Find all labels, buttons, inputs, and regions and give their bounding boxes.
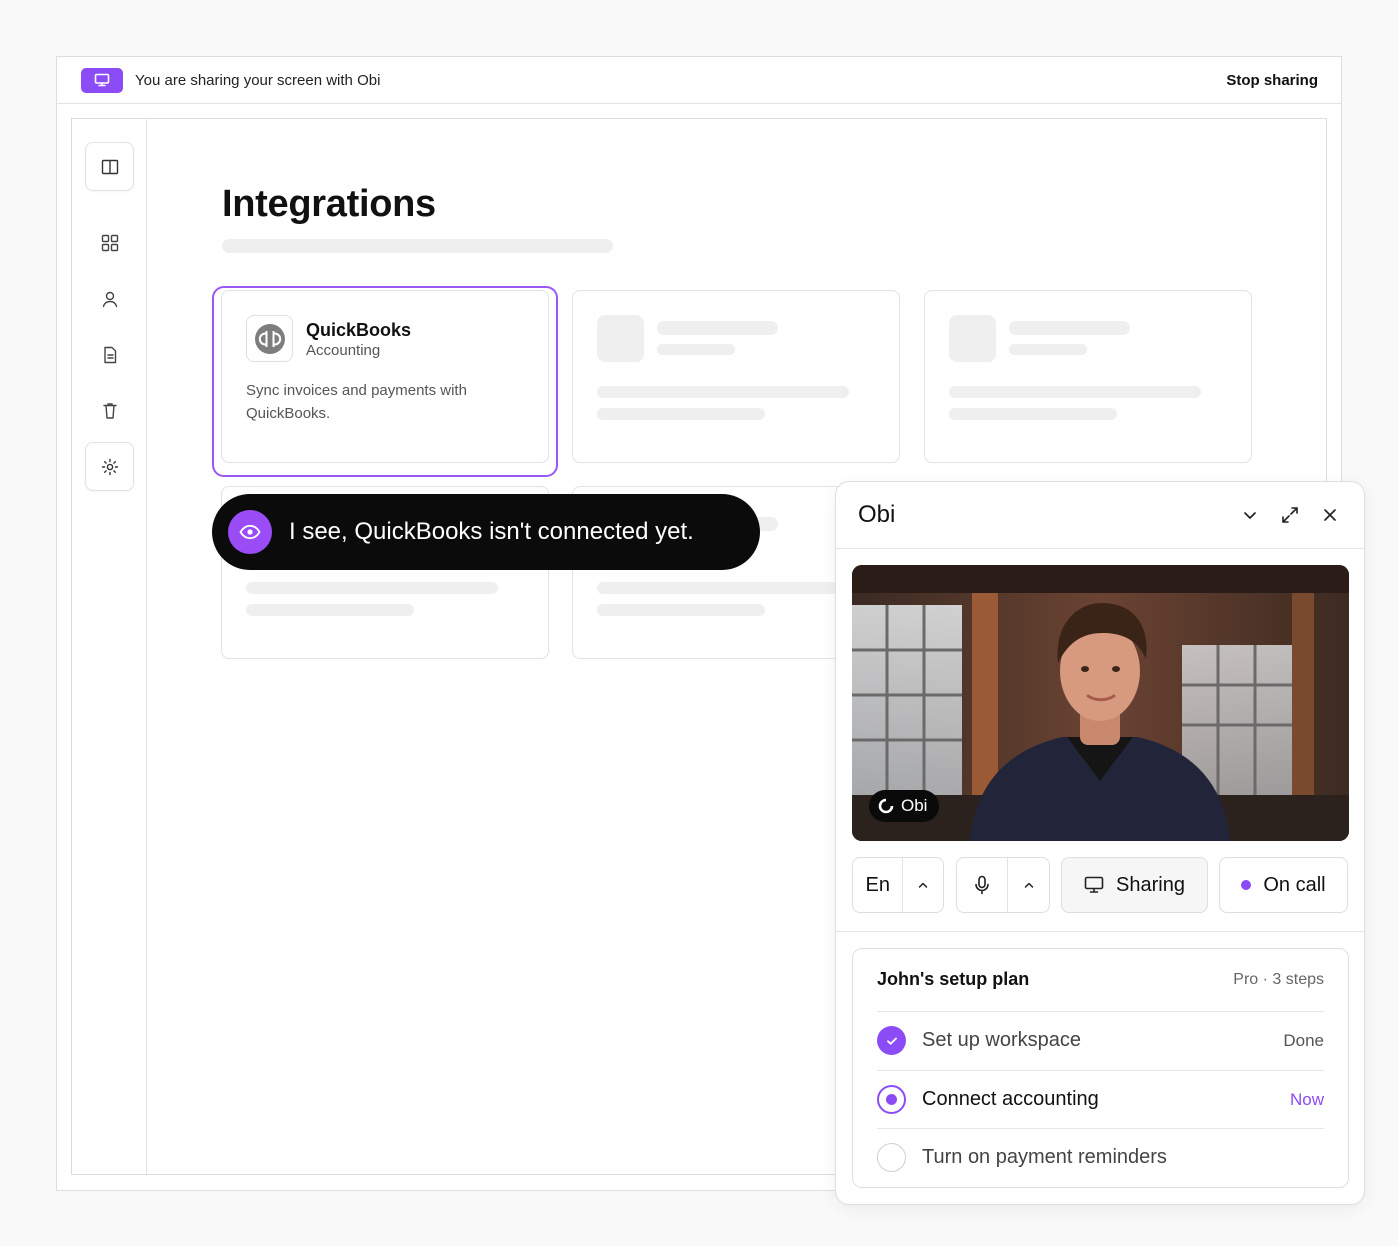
card-title: QuickBooks — [306, 320, 412, 340]
integration-card-placeholder — [572, 290, 900, 463]
skeleton-logo — [949, 315, 996, 362]
page-title: Integrations — [222, 183, 436, 225]
step-label: Set up workspace — [922, 1029, 1081, 1051]
language-button[interactable]: En — [853, 858, 902, 912]
sidebar-documents-button[interactable] — [85, 330, 134, 379]
skeleton-line — [657, 321, 778, 335]
skeleton-line — [1009, 344, 1087, 355]
skeleton-line — [657, 344, 735, 355]
on-call-button[interactable]: On call — [1219, 857, 1348, 913]
monitor-icon — [1084, 876, 1104, 894]
trash-icon — [100, 401, 120, 421]
sidebar — [72, 119, 147, 1174]
skeleton-line — [597, 386, 849, 398]
panel-divider — [836, 931, 1364, 932]
sidebar-settings-button[interactable] — [85, 442, 134, 491]
skeleton-line — [246, 604, 414, 616]
skeleton-line — [1009, 321, 1130, 335]
plan-step[interactable]: Set up workspace Done — [877, 1011, 1324, 1069]
grid-icon — [100, 233, 120, 253]
chevron-down-icon[interactable] — [1238, 503, 1262, 527]
sidebar-dashboard-button[interactable] — [85, 218, 134, 267]
setup-plan: John's setup plan Pro · 3 steps Set up w… — [852, 948, 1349, 1188]
plan-step[interactable]: Turn on payment reminders — [877, 1128, 1324, 1186]
language-label: En — [865, 873, 890, 896]
video-badge: Obi — [869, 790, 940, 822]
video-badge-label: Obi — [901, 796, 928, 815]
integration-card-placeholder — [924, 290, 1252, 463]
toast-message: I see, QuickBooks isn't connected yet. — [289, 518, 694, 545]
status-dot — [1241, 880, 1252, 890]
chevron-up-icon — [1023, 879, 1035, 891]
sidebar-trash-button[interactable] — [85, 386, 134, 435]
check-icon — [877, 1026, 906, 1055]
chevron-up-icon — [917, 879, 929, 891]
skeleton-line — [597, 604, 765, 616]
plan-title: John's setup plan — [877, 969, 1030, 989]
sidebar-book-button[interactable] — [85, 142, 134, 191]
skeleton-logo — [597, 315, 644, 362]
title-skeleton — [222, 239, 613, 253]
monitor-icon — [81, 67, 123, 93]
radio-empty-icon — [877, 1143, 906, 1172]
card-description: Sync invoices and payments with QuickBoo… — [246, 382, 467, 422]
skeleton-line — [949, 408, 1117, 420]
microphone-menu-button[interactable] — [1008, 858, 1049, 912]
share-message: You are sharing your screen with Obi — [135, 71, 381, 89]
sharing-label: Sharing — [1116, 873, 1185, 896]
gear-icon — [100, 457, 120, 477]
video-feed: Obi — [852, 565, 1349, 841]
step-label: Turn on payment reminders — [922, 1146, 1167, 1168]
obi-title: Obi — [858, 501, 896, 528]
user-icon — [100, 289, 120, 309]
obi-header: Obi — [836, 482, 1364, 549]
skeleton-line — [246, 582, 498, 594]
language-control: En — [852, 857, 944, 913]
microphone-icon — [973, 875, 991, 895]
sidebar-users-button[interactable] — [85, 274, 134, 323]
book-open-icon — [100, 157, 120, 177]
step-status: Now — [1289, 1089, 1324, 1109]
plan-step[interactable]: Connect accounting Now — [877, 1070, 1324, 1128]
close-icon[interactable] — [1318, 503, 1342, 527]
document-icon — [100, 345, 120, 365]
language-menu-button[interactable] — [903, 858, 943, 912]
plan-meta: Pro · 3 steps — [1233, 970, 1324, 988]
radio-selected-icon — [877, 1085, 906, 1114]
on-call-label: On call — [1263, 873, 1326, 896]
microphone-control — [956, 857, 1050, 913]
share-bar: You are sharing your screen with Obi Sto… — [57, 57, 1341, 104]
quickbooks-logo — [246, 315, 293, 362]
eye-icon — [228, 510, 272, 554]
step-status: Done — [1283, 1030, 1324, 1050]
assistant-toast: I see, QuickBooks isn't connected yet. — [212, 494, 760, 570]
skeleton-line — [597, 408, 765, 420]
sharing-button[interactable]: Sharing — [1061, 857, 1208, 913]
expand-icon[interactable] — [1278, 503, 1302, 527]
step-label: Connect accounting — [922, 1088, 1099, 1110]
skeleton-line — [949, 386, 1201, 398]
card-subtitle: Accounting — [306, 342, 381, 359]
obi-panel: Obi Obi En Sharing On call John's setup … — [835, 481, 1365, 1205]
obi-logo-icon — [878, 798, 894, 814]
integration-card-quickbooks[interactable]: QuickBooks Accounting Sync invoices and … — [221, 290, 549, 463]
stop-sharing-button[interactable]: Stop sharing — [1226, 72, 1318, 89]
skeleton-line — [597, 582, 849, 594]
microphone-button[interactable] — [957, 858, 1007, 912]
